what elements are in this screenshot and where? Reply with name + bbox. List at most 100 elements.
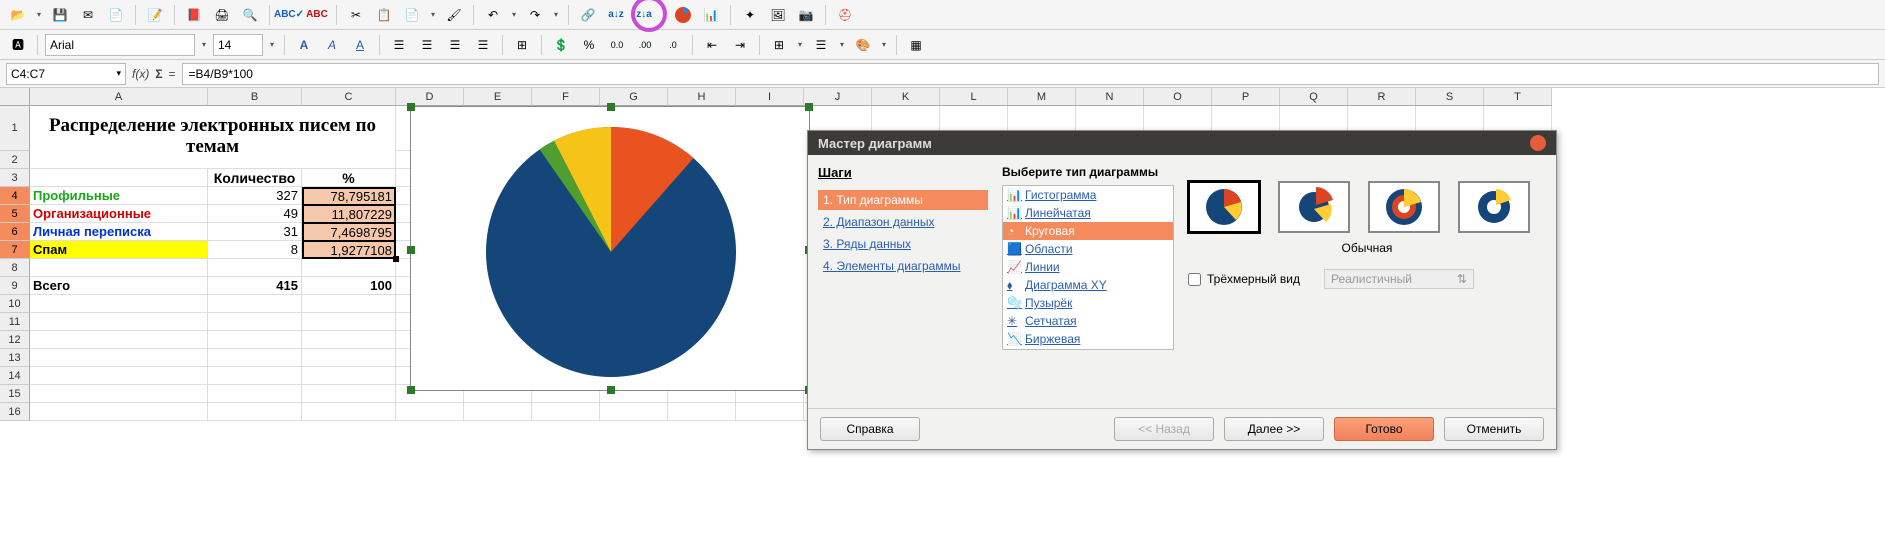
cell[interactable]: Всего (30, 277, 208, 295)
borders-dd[interactable]: ▾ (795, 40, 805, 49)
cell[interactable] (30, 169, 208, 187)
column-header-T[interactable]: T (1484, 88, 1552, 106)
cell[interactable] (208, 403, 302, 421)
cell[interactable]: Профильные (30, 187, 208, 205)
pdf-export-icon[interactable]: 📄 (104, 3, 128, 27)
chart-type-item[interactable]: 📊Гистограмма (1003, 186, 1173, 204)
column-header-N[interactable]: N (1076, 88, 1144, 106)
remove-decimal-icon[interactable]: .0 (661, 33, 685, 57)
cell[interactable]: 7,4698795 (302, 223, 396, 241)
cell[interactable] (302, 367, 396, 385)
hyperlink-icon[interactable]: 🔗 (576, 3, 600, 27)
cell[interactable]: 31 (208, 223, 302, 241)
fx-icon[interactable]: f(x) (132, 67, 149, 81)
insert-chart-icon[interactable] (671, 3, 695, 27)
row-header-15[interactable]: 15 (0, 385, 30, 403)
formula-input[interactable]: =B4/B9*100 (182, 63, 1879, 85)
column-header-Q[interactable]: Q (1280, 88, 1348, 106)
column-header-F[interactable]: F (532, 88, 600, 106)
spellcheck-on-icon[interactable]: ABC✓ (277, 3, 301, 27)
cell[interactable] (302, 385, 396, 403)
styles-icon[interactable]: 🅰 (6, 33, 30, 57)
cell[interactable] (208, 367, 302, 385)
chart-type-item[interactable]: 📉Биржевая (1003, 330, 1173, 348)
insert-object-icon[interactable]: 📊 (699, 3, 723, 27)
cell[interactable] (30, 331, 208, 349)
format-brush-icon[interactable]: 🖌 (442, 3, 466, 27)
chart-type-item[interactable]: 📊Столбцы и линии (1003, 348, 1173, 350)
wizard-step-3[interactable]: 3. Ряды данных (818, 234, 988, 254)
save-icon[interactable]: 💾 (48, 3, 72, 27)
sheet-title-cell[interactable]: Распределение электронных писем по темам (30, 106, 396, 169)
add-decimal-icon[interactable]: .00 (633, 33, 657, 57)
cell[interactable]: 1,9277108 (302, 241, 396, 259)
borders-icon[interactable]: ⊞ (767, 33, 791, 57)
subtype-normal-thumb[interactable] (1188, 181, 1260, 233)
open-icon[interactable]: 📂 (6, 3, 30, 27)
cell-reference-input[interactable]: C4:C7▾ (6, 63, 126, 85)
percent-icon[interactable]: % (577, 33, 601, 57)
subtype-exploded-donut-thumb[interactable] (1458, 181, 1530, 233)
cancel-button[interactable]: Отменить (1444, 417, 1544, 441)
size-dd[interactable]: ▾ (267, 40, 277, 49)
column-header-A[interactable]: A (30, 88, 208, 106)
cell[interactable] (30, 403, 208, 421)
currency-icon[interactable]: 💲 (549, 33, 573, 57)
align-justify-icon[interactable]: ☰ (471, 33, 495, 57)
bold-icon[interactable]: A (292, 33, 316, 57)
column-header-O[interactable]: O (1144, 88, 1212, 106)
row-header-2[interactable]: 2 (0, 151, 30, 169)
fill-handle[interactable] (393, 256, 399, 262)
cell[interactable]: 49 (208, 205, 302, 223)
row-header-7[interactable]: 7 (0, 241, 30, 259)
cell[interactable] (208, 313, 302, 331)
accept-icon[interactable]: = (169, 67, 176, 81)
chart-type-item[interactable]: 📊Линейчатая (1003, 204, 1173, 222)
redo-dd[interactable]: ▾ (551, 10, 561, 19)
font-dd[interactable]: ▾ (199, 40, 209, 49)
spellcheck-auto-icon[interactable]: ABC (305, 3, 329, 27)
cell[interactable] (30, 259, 208, 277)
align-left-icon[interactable]: ☰ (387, 33, 411, 57)
cell[interactable] (396, 403, 464, 421)
row-header-12[interactable]: 12 (0, 331, 30, 349)
cell[interactable] (464, 403, 532, 421)
row-header-11[interactable]: 11 (0, 313, 30, 331)
wizard-titlebar[interactable]: Мастер диаграмм (808, 131, 1556, 155)
chart-type-item[interactable]: 🫧Пузырёк (1003, 294, 1173, 312)
cell[interactable] (668, 403, 736, 421)
column-header-M[interactable]: M (1008, 88, 1076, 106)
chart-type-listbox[interactable]: 📊Гистограмма📊Линейчатая◔Круговая🟦Области… (1002, 185, 1174, 350)
column-header-C[interactable]: C (302, 88, 396, 106)
cell[interactable] (30, 349, 208, 367)
chart-type-item[interactable]: 📈Линии (1003, 258, 1173, 276)
back-button[interactable]: << Назад (1114, 417, 1214, 441)
cell[interactable] (30, 385, 208, 403)
export-pdf-icon[interactable]: 📕 (182, 3, 206, 27)
row-header-3[interactable]: 3 (0, 169, 30, 187)
cell[interactable] (30, 313, 208, 331)
undo-dd[interactable]: ▾ (509, 10, 519, 19)
cell[interactable] (600, 403, 668, 421)
mail-icon[interactable]: ✉ (76, 3, 100, 27)
close-icon[interactable] (1530, 135, 1546, 151)
cell[interactable]: 11,807229 (302, 205, 396, 223)
grid-icon[interactable]: ▦ (904, 33, 928, 57)
font-size-select[interactable] (213, 34, 263, 56)
help-button[interactable]: Справка (820, 417, 920, 441)
cell[interactable] (208, 259, 302, 277)
select-all-corner[interactable] (0, 88, 30, 106)
checkbox-3d[interactable] (1188, 273, 1201, 286)
column-header-H[interactable]: H (668, 88, 736, 106)
cell[interactable]: Количество (208, 169, 302, 187)
wizard-step-2[interactable]: 2. Диапазон данных (818, 212, 988, 232)
align-right-icon[interactable]: ☰ (443, 33, 467, 57)
merge-cells-icon[interactable]: ⊞ (510, 33, 534, 57)
row-header-13[interactable]: 13 (0, 349, 30, 367)
border-style-icon[interactable]: ☰ (809, 33, 833, 57)
cell[interactable] (302, 349, 396, 367)
preview-icon[interactable]: 🔍 (238, 3, 262, 27)
row-header-10[interactable]: 10 (0, 295, 30, 313)
edit-doc-icon[interactable]: 📝 (143, 3, 167, 27)
column-header-K[interactable]: K (872, 88, 940, 106)
